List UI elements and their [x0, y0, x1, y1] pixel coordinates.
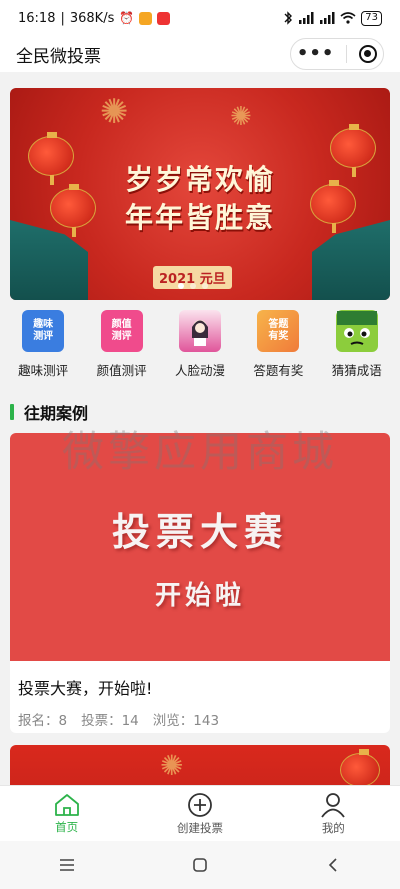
bottom-tab-bar: 首页 创建投票 我的: [0, 785, 400, 841]
page-title: 全民微投票: [16, 46, 101, 67]
tab-home[interactable]: 首页: [17, 793, 117, 835]
category-fun-quiz[interactable]: 趣味 测评 趣味测评: [5, 310, 81, 386]
case-card[interactable]: 投票大赛 开始啦 投票大赛，开始啦! 报名：8 投票：14 浏览：143: [10, 433, 390, 733]
bluetooth-icon: [283, 11, 293, 25]
fun-quiz-icon: 趣味 测评: [22, 310, 65, 352]
target-icon[interactable]: [359, 45, 378, 63]
user-icon: [321, 792, 346, 818]
battery-indicator: 73: [361, 10, 382, 26]
plus-circle-icon: [188, 792, 212, 817]
section-header: 往期案例: [10, 400, 88, 424]
banner-headline-1: 岁岁常欢愉: [124, 163, 275, 196]
case-cover-headline: 投票大赛: [111, 509, 288, 554]
case-cover-subline: 开始啦: [154, 581, 245, 611]
category-quiz-prize[interactable]: 答题 有奖 答题有奖: [240, 310, 316, 386]
app-notification-icon-2: [157, 11, 171, 25]
carousel-dot[interactable]: [202, 283, 208, 289]
signup-stat: 报名：8: [18, 709, 67, 729]
system-navigation-bar: [0, 841, 400, 889]
banner-carousel[interactable]: ✺ ✺ 岁岁常欢愉 年年皆胜意 2021 元旦: [10, 88, 390, 300]
signup-label: 报名：: [18, 713, 59, 729]
looks-quiz-icon: 颜值 测评: [100, 310, 143, 352]
banner-headline-2: 年年皆胜意: [124, 201, 275, 234]
carousel-indicator: [178, 283, 208, 289]
carousel-dot[interactable]: [178, 283, 184, 289]
category-face-anime[interactable]: 人脸动漫: [162, 310, 238, 386]
status-divider: |: [60, 10, 65, 26]
guess-idiom-icon: [335, 310, 378, 352]
signup-value: 8: [58, 713, 68, 729]
firework-decoration: ✺: [100, 92, 129, 132]
back-chevron-icon[interactable]: [313, 850, 353, 880]
signal-icon-2: [319, 12, 335, 24]
votes-label: 投票：: [81, 713, 122, 729]
tab-create-vote[interactable]: 创建投票: [150, 792, 250, 836]
status-bar: 16:18 | 368K/s ⏰ 73: [0, 0, 400, 36]
mini-program-capsule: •••: [290, 38, 384, 70]
tab-label: 我的: [321, 820, 345, 835]
case-cover-image: 投票大赛 开始啦: [10, 433, 390, 661]
views-label: 浏览：: [152, 713, 194, 729]
title-bar: 全民微投票 •••: [0, 36, 400, 72]
menu-icon[interactable]: [47, 850, 87, 880]
status-time: 16:18: [18, 10, 56, 26]
category-label: 颜值测评: [96, 363, 147, 378]
category-label: 趣味测评: [18, 363, 69, 378]
carousel-dot[interactable]: [190, 283, 196, 289]
app-notification-icon: [139, 11, 153, 25]
firework-decoration: ✺: [230, 102, 252, 132]
more-dots-icon[interactable]: •••: [297, 45, 335, 63]
category-looks-quiz[interactable]: 颜值 测评 颜值测评: [84, 310, 160, 386]
case-stats: 报名：8 投票：14 浏览：143: [10, 699, 390, 729]
home-square-icon[interactable]: [180, 850, 220, 880]
category-label: 猜猜成语: [331, 363, 382, 378]
signal-icon: [298, 12, 314, 24]
case-title: 投票大赛，开始啦!: [18, 679, 153, 698]
votes-value: 14: [121, 713, 139, 729]
views-value: 143: [193, 713, 220, 729]
category-label: 人脸动漫: [174, 363, 225, 378]
section-title: 往期案例: [24, 404, 89, 423]
home-icon: [54, 793, 79, 816]
firework-decoration: ✺: [160, 749, 184, 782]
status-right: 73: [283, 10, 382, 26]
capsule-divider: [346, 45, 348, 63]
wifi-icon: [340, 12, 356, 24]
lantern-decoration: [340, 749, 380, 796]
category-label: 答题有奖: [253, 363, 304, 378]
category-grid: 趣味 测评 趣味测评 颜值 测评 颜值测评 人脸动漫 答题 有奖 答题有奖 猜猜成语: [0, 310, 400, 386]
votes-stat: 投票：14: [81, 709, 139, 729]
views-stat: 浏览：143: [153, 709, 219, 729]
alarm-icon: ⏰: [119, 11, 135, 25]
quiz-prize-icon: 答题 有奖: [257, 310, 300, 352]
face-anime-icon: [178, 310, 221, 352]
tab-label: 首页: [55, 819, 79, 834]
network-speed: 368K/s: [69, 10, 115, 26]
tab-label: 创建投票: [176, 820, 223, 835]
status-left: 16:18 | 368K/s ⏰: [18, 10, 171, 26]
tab-mine[interactable]: 我的: [283, 792, 383, 836]
category-guess-idiom[interactable]: 猜猜成语: [319, 310, 395, 386]
section-accent-bar: [10, 404, 14, 420]
